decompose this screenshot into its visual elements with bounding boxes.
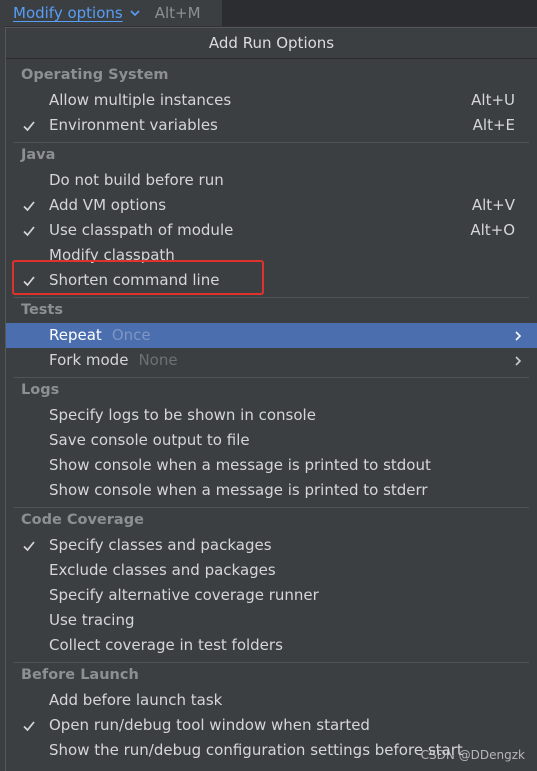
menu-item-environment-variables[interactable]: Environment variables Alt+E	[6, 113, 537, 138]
menu-item-label: Environment variables	[49, 116, 218, 134]
fork-mode-value: None	[138, 351, 178, 369]
repeat-label: Repeat	[49, 326, 102, 344]
check-icon	[22, 113, 36, 138]
section-title: Logs	[21, 382, 60, 398]
menu-item-label: Add VM options	[49, 196, 167, 214]
menu-item-fork-mode[interactable]: Fork mode None	[6, 348, 537, 373]
section-code-coverage: Code Coverage Specify classes and packag…	[6, 507, 537, 658]
menu-item-specify-logs[interactable]: Specify logs to be shown in console	[6, 403, 537, 428]
check-icon	[22, 713, 36, 738]
section-operating-system: Operating System Allow multiple instance…	[6, 63, 537, 138]
menu-item-label: Save console output to file	[49, 431, 250, 449]
menu-item-specify-classes[interactable]: Specify classes and packages	[6, 533, 537, 558]
menu-item-modify-classpath[interactable]: Modify classpath	[6, 243, 537, 268]
menu-item-exclude-classes[interactable]: Exclude classes and packages	[6, 558, 537, 583]
watermark: CSDN @DDengzk	[420, 748, 525, 762]
menu-item-use-classpath-of-module[interactable]: Use classpath of module Alt+O	[6, 218, 537, 243]
menu-item-shortcut: Alt+E	[472, 116, 515, 134]
menu-item-save-console-output[interactable]: Save console output to file	[6, 428, 537, 453]
menu-item-label: Specify classes and packages	[49, 536, 272, 554]
modify-options-label: Modify options	[13, 4, 123, 22]
menu-item-label: Allow multiple instances	[49, 91, 232, 109]
menu-item-label: Modify classpath	[49, 246, 175, 264]
chevron-right-icon	[513, 348, 523, 373]
menu-item-open-tool-window[interactable]: Open run/debug tool window when started	[6, 713, 537, 738]
menu-item-label: Shorten command line	[49, 271, 220, 289]
section-tests: Tests Repeat Once Fork mode None	[6, 297, 537, 373]
menu-item-add-vm-options[interactable]: Add VM options Alt+V	[6, 193, 537, 218]
menu-item-alternative-runner[interactable]: Specify alternative coverage runner	[6, 583, 537, 608]
modify-options-button[interactable]: Modify options Alt+M	[0, 0, 222, 26]
section-java: Java Do not build before run Add VM opti…	[6, 142, 537, 293]
menu-item-shortcut: Alt+O	[470, 221, 515, 239]
repeat-value: Once	[111, 326, 151, 344]
menu-item-label: Specify logs to be shown in console	[49, 406, 316, 424]
menu-item-add-before-launch-task[interactable]: Add before launch task	[6, 688, 537, 713]
menu-item-label: Collect coverage in test folders	[49, 636, 283, 654]
menu-item-label: Use tracing	[49, 611, 135, 629]
menu-item-label: Open run/debug tool window when started	[49, 716, 370, 734]
section-title: Java	[21, 147, 56, 163]
add-run-options-popup: Add Run Options Operating System Allow m…	[5, 27, 537, 771]
chevron-down-icon	[129, 7, 141, 19]
menu-item-shorten-command-line[interactable]: Shorten command line	[6, 268, 537, 293]
fork-mode-label: Fork mode	[49, 351, 129, 369]
check-icon	[22, 533, 36, 558]
menu-item-shortcut: Alt+V	[471, 196, 515, 214]
menu-item-label: Exclude classes and packages	[49, 561, 276, 579]
section-title: Tests	[21, 302, 63, 318]
menu-item-show-console-stdout[interactable]: Show console when a message is printed t…	[6, 453, 537, 478]
menu-item-label: Repeat Once	[49, 323, 151, 348]
menu-item-shortcut: Alt+U	[471, 91, 515, 109]
menu-item-use-tracing[interactable]: Use tracing	[6, 608, 537, 633]
menu-item-label: Fork mode None	[49, 348, 178, 373]
menu-item-label: Use classpath of module	[49, 221, 234, 239]
screen: Modify options Alt+M Add Run Options Ope…	[0, 0, 537, 771]
section-logs: Logs Specify logs to be shown in console…	[6, 377, 537, 503]
menu-item-label: Specify alternative coverage runner	[49, 586, 319, 604]
menu-item-repeat[interactable]: Repeat Once	[6, 323, 537, 348]
menu-item-label: Show the run/debug configuration setting…	[49, 741, 463, 759]
check-icon	[22, 218, 36, 243]
menu-item-label: Show console when a message is printed t…	[49, 481, 428, 499]
menu-item-collect-coverage-tests[interactable]: Collect coverage in test folders	[6, 633, 537, 658]
menu-item-show-console-stderr[interactable]: Show console when a message is printed t…	[6, 478, 537, 503]
modify-options-shortcut: Alt+M	[154, 4, 201, 22]
menu-item-label: Show console when a message is printed t…	[49, 456, 431, 474]
section-title: Code Coverage	[21, 512, 144, 528]
check-icon	[22, 268, 36, 293]
check-icon	[22, 193, 36, 218]
chevron-right-icon	[513, 323, 523, 348]
menu-item-do-not-build[interactable]: Do not build before run	[6, 168, 537, 193]
section-title: Operating System	[21, 67, 169, 83]
menu-item-label: Add before launch task	[49, 691, 223, 709]
menu-item-allow-multiple-instances[interactable]: Allow multiple instances Alt+U	[6, 88, 537, 113]
menu-item-label: Do not build before run	[49, 171, 224, 189]
section-title: Before Launch	[21, 667, 139, 683]
popup-title: Add Run Options	[6, 28, 537, 59]
